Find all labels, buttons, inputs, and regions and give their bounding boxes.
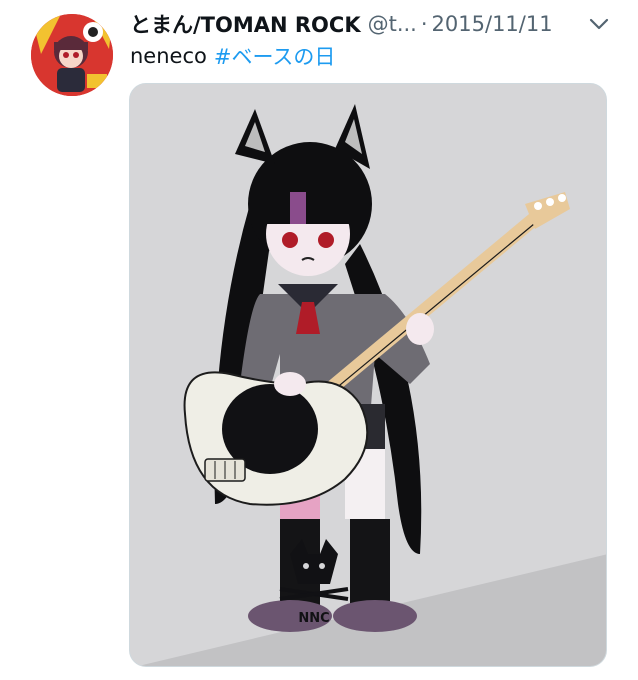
tweet-header: とまん/TOMAN ROCK @t... · 2015/11/11 bbox=[130, 8, 570, 40]
avatar-illustration bbox=[31, 14, 113, 96]
user-handle[interactable]: @t... bbox=[368, 12, 417, 36]
display-name[interactable]: とまん/TOMAN ROCK bbox=[130, 9, 361, 39]
tweet-date[interactable]: 2015/11/11 bbox=[432, 12, 553, 36]
separator-dot: · bbox=[420, 12, 428, 36]
bass-player-illustration: NNC bbox=[130, 84, 606, 666]
nnc-logo-text: NNC bbox=[298, 611, 329, 626]
tweet-media-image[interactable]: NNC bbox=[129, 83, 607, 667]
hashtag-link[interactable]: #ベースの日 bbox=[214, 41, 336, 71]
tweet-text: neneco #ベースの日 bbox=[130, 40, 335, 72]
chevron-down-icon bbox=[589, 18, 609, 30]
more-options-button[interactable] bbox=[586, 12, 612, 36]
tweet-text-content: neneco bbox=[130, 44, 207, 68]
tweet: とまん/TOMAN ROCK @t... · 2015/11/11 neneco… bbox=[0, 0, 638, 680]
avatar[interactable] bbox=[31, 14, 113, 96]
